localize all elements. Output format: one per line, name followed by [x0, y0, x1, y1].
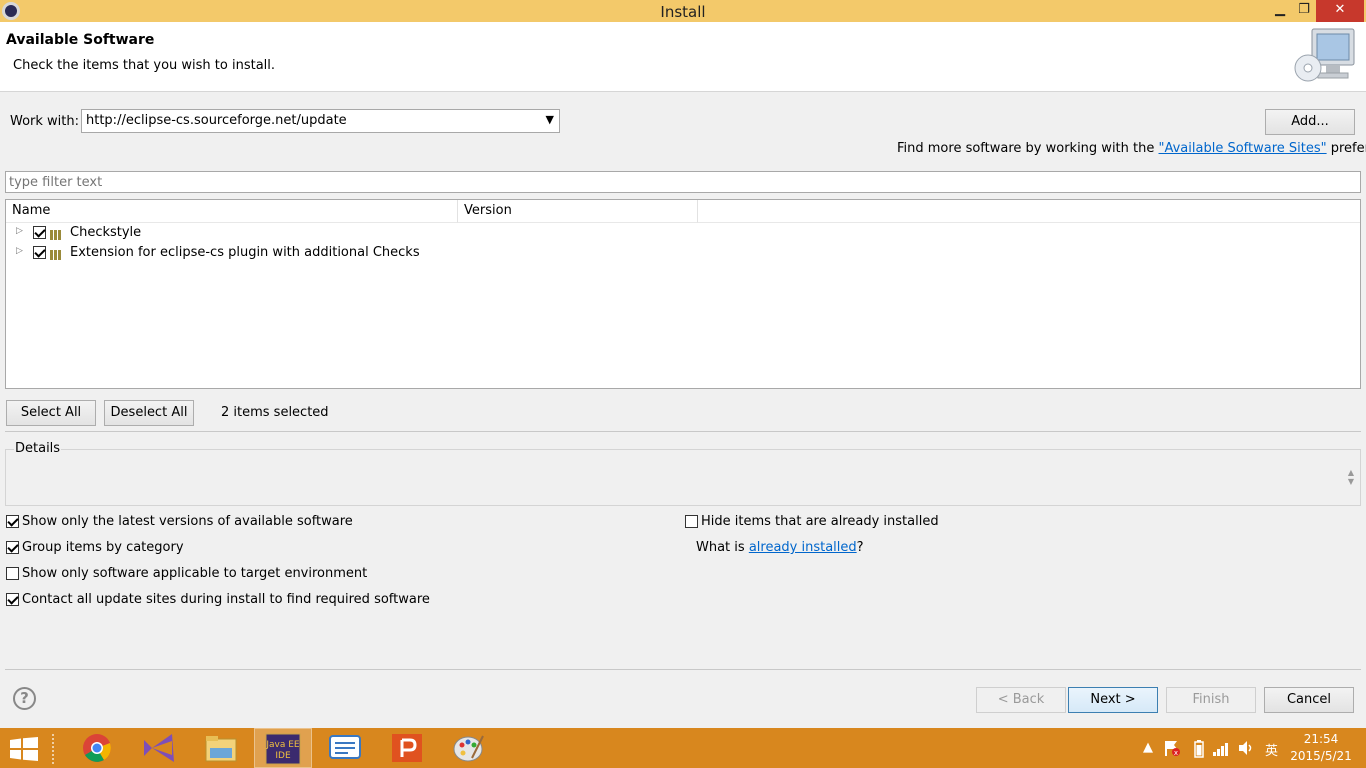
help-icon[interactable]: ? — [13, 687, 36, 710]
column-header-filler — [698, 200, 1360, 223]
table-row[interactable]: ▷ Extension for eclipse-cs plugin with a… — [6, 244, 1360, 264]
clock[interactable]: 21:54 2015/5/21 — [1288, 731, 1354, 765]
add-site-button[interactable]: Add... — [1265, 109, 1355, 135]
maximize-button[interactable]: ❐ — [1292, 0, 1316, 22]
table-row[interactable]: ▷ Checkstyle — [6, 224, 1360, 244]
window-title: Install — [660, 3, 706, 21]
option-label: Contact all update sites during install … — [22, 592, 430, 607]
available-sites-link[interactable]: "Available Software Sites" — [1159, 141, 1327, 156]
cancel-button[interactable]: Cancel — [1264, 687, 1354, 713]
details-title: Details — [14, 441, 62, 456]
visual-studio-taskbar-button[interactable] — [130, 728, 188, 768]
checkbox-checked-icon[interactable] — [6, 541, 19, 554]
folder-icon — [205, 736, 237, 762]
paint-taskbar-button[interactable] — [440, 728, 498, 768]
file-explorer-taskbar-button[interactable] — [192, 728, 250, 768]
clock-time: 21:54 — [1303, 732, 1339, 746]
checkbox-checked-icon[interactable] — [6, 515, 19, 528]
row-name: Extension for eclipse-cs plugin with add… — [70, 245, 420, 260]
expand-icon[interactable]: ▷ — [16, 246, 23, 256]
details-scroll-icon[interactable]: ▲ ▼ — [1348, 468, 1354, 486]
chrome-icon — [83, 734, 111, 762]
close-button[interactable]: ✕ — [1316, 0, 1364, 22]
checkbox-checked-icon — [33, 226, 46, 239]
option-label: Group items by category — [22, 540, 184, 555]
feature-category-icon — [50, 229, 64, 240]
volume-icon[interactable] — [1238, 740, 1254, 756]
select-all-button[interactable]: Select All — [6, 400, 96, 426]
presentation-icon — [392, 734, 422, 762]
windows-start-icon[interactable] — [10, 737, 38, 761]
expand-icon[interactable]: ▷ — [16, 226, 23, 236]
next-button[interactable]: Next > — [1068, 687, 1158, 713]
install-software-icon — [1294, 28, 1355, 82]
column-header-version[interactable]: Version — [458, 200, 698, 223]
checkbox-checked-icon — [33, 246, 46, 259]
chevron-down-icon[interactable]: ▼ — [546, 113, 554, 126]
checkbox-unchecked-icon[interactable] — [6, 567, 19, 580]
visual-studio-icon — [144, 734, 174, 762]
signal-strength-icon[interactable] — [1213, 740, 1231, 756]
work-with-label: Work with: — [10, 114, 80, 129]
title-bar: Install ▁ ❐ ✕ — [0, 0, 1366, 22]
option-label: Show only software applicable to target … — [22, 566, 368, 581]
work-with-value: http://eclipse-cs.sourceforge.net/update — [86, 113, 347, 128]
ime-indicator[interactable]: 英 — [1265, 740, 1278, 759]
minimize-button[interactable]: ▁ — [1268, 0, 1292, 22]
page-title: Available Software — [6, 32, 155, 48]
back-button[interactable]: < Back — [976, 687, 1066, 713]
show-hidden-icons-icon[interactable]: ▲ — [1143, 740, 1153, 755]
battery-icon[interactable] — [1194, 740, 1204, 758]
taskbar: Java EE IDE ▲ x 英 21:54 2015/5/21 — [0, 728, 1366, 768]
what-is-prefix: What is — [696, 540, 749, 555]
clock-date: 2015/5/21 — [1290, 749, 1352, 763]
what-is-installed-text: What is already installed? — [696, 540, 864, 555]
svg-text:x: x — [1174, 749, 1178, 757]
wizard-banner: Available Software Check the items that … — [0, 22, 1366, 92]
details-group: Details ▲ ▼ — [5, 441, 1361, 506]
column-header-name[interactable]: Name — [6, 200, 458, 223]
chat-bubble-icon — [329, 735, 361, 759]
feature-category-icon — [50, 249, 64, 260]
row-checkbox[interactable] — [33, 226, 46, 243]
option-label: Hide items that are already installed — [701, 514, 939, 529]
footer-divider — [5, 669, 1361, 670]
find-more-suffix: preferences. — [1330, 141, 1366, 156]
page-description: Check the items that you wish to install… — [13, 58, 276, 73]
option-label: Show only the latest versions of availab… — [22, 514, 353, 529]
filter-input[interactable] — [5, 171, 1361, 193]
row-checkbox[interactable] — [33, 246, 46, 263]
divider — [5, 431, 1361, 432]
checkbox-unchecked-icon[interactable] — [685, 515, 698, 528]
row-name: Checkstyle — [70, 225, 142, 240]
find-more-prefix: Find more software by working with the — [897, 141, 1159, 156]
already-installed-link[interactable]: already installed — [749, 540, 857, 555]
eclipse-java-ee-icon: Java EE IDE — [265, 733, 301, 765]
work-with-combo[interactable]: http://eclipse-cs.sourceforge.net/update… — [81, 109, 560, 133]
what-is-suffix: ? — [856, 540, 864, 555]
eclipse-taskbar-button[interactable]: Java EE IDE — [254, 728, 312, 768]
paint-palette-icon — [453, 735, 484, 762]
deselect-all-button[interactable]: Deselect All — [104, 400, 194, 426]
wps-presentation-taskbar-button[interactable] — [378, 728, 436, 768]
taskbar-grip — [52, 734, 58, 764]
checkbox-checked-icon[interactable] — [6, 593, 19, 606]
messenger-taskbar-button[interactable] — [316, 728, 374, 768]
software-table: Name Version ▷ Checkstyle ▷ Extension fo… — [5, 199, 1361, 389]
action-center-flag-icon[interactable]: x — [1163, 739, 1181, 757]
finish-button[interactable]: Finish — [1166, 687, 1256, 713]
find-more-text: Find more software by working with the "… — [897, 141, 1366, 156]
selection-status: 2 items selected — [221, 405, 329, 420]
chrome-taskbar-button[interactable] — [68, 728, 126, 768]
